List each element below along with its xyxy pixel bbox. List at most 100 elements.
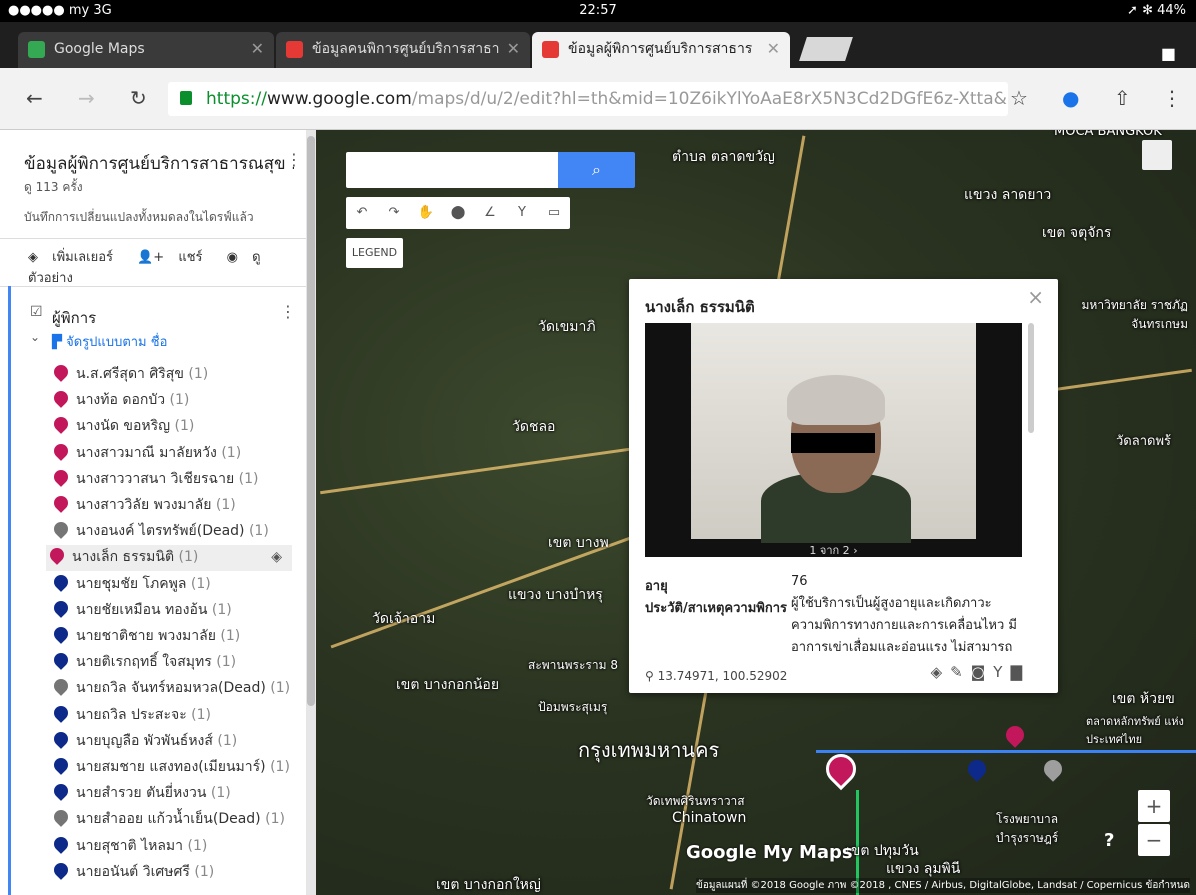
feature-list-item[interactable]: นายบุญลือ พัวพันธ์หงส์ (1) <box>50 728 237 755</box>
feature-count: (1) <box>215 497 236 513</box>
map-pin-icon <box>51 571 71 592</box>
paint-roller-icon: ▛ <box>52 335 67 350</box>
feature-list-item[interactable]: นายติเรกฤทธิ์ ใจสมุทร (1) <box>50 650 236 676</box>
map-marker[interactable] <box>1040 756 1066 782</box>
help-icon[interactable]: ? <box>1104 830 1114 851</box>
feature-list-item[interactable]: นางนัด ขอหริญ (1) <box>50 414 194 440</box>
ruler-icon[interactable]: ▭ <box>538 197 570 229</box>
privacy-bar <box>791 433 875 453</box>
map-title[interactable]: ข้อมูลผู้พิการศูนย์บริการสาธารณสุข ... <box>24 150 294 177</box>
zoom-in-button[interactable]: + <box>1138 790 1170 822</box>
feature-count: (1) <box>248 523 269 540</box>
feature-name: นางสาววิลัย พวงมาลัย <box>76 497 212 513</box>
share-button[interactable]: 👤+ แชร์ <box>137 250 212 265</box>
place-label: เขต จตุจักร <box>1042 225 1112 241</box>
map-options-icon[interactable]: ⋮ <box>286 150 302 169</box>
undo-icon[interactable]: ↶ <box>346 197 378 229</box>
map-search-input[interactable] <box>346 152 558 188</box>
new-tab-button[interactable] <box>799 37 853 61</box>
delete-icon[interactable]: ▇ <box>1010 663 1030 681</box>
tab-google-maps[interactable]: Google Maps ✕ <box>18 32 274 68</box>
reload-icon[interactable]: ↻ <box>130 86 147 110</box>
feature-list-item[interactable]: นางอนงค์ ไตรทรัพย์(Dead) (1) <box>50 519 269 545</box>
add-marker-icon[interactable]: ⬤ <box>442 197 474 229</box>
selected-marker[interactable] <box>819 747 863 791</box>
popup-title: นางเล็ก ธรรมนิติ <box>645 298 755 316</box>
popup-scrollbar[interactable] <box>1028 323 1034 433</box>
tab-my-maps-2-active[interactable]: ข้อมูลผู้พิการศูนย์บริการสาธาร ✕ <box>532 32 790 68</box>
hand-icon[interactable]: ✋ <box>410 197 442 229</box>
more-menu-icon[interactable]: ⋮ <box>1162 86 1182 110</box>
style-icon[interactable]: ◈ <box>931 663 951 681</box>
redo-icon[interactable]: ↷ <box>378 197 410 229</box>
feature-photo[interactable]: 1 จาก 2 › <box>645 323 1022 557</box>
close-icon[interactable]: × <box>1027 285 1044 309</box>
bookmark-star-icon[interactable]: ☆ <box>1010 86 1028 110</box>
draw-line-icon[interactable]: ∠ <box>474 197 506 229</box>
photo-pager[interactable]: 1 จาก 2 › <box>645 541 1022 559</box>
zoom-out-button[interactable]: − <box>1138 824 1170 856</box>
feature-list-item[interactable]: นางสาววิลัย พวงมาลัย (1) <box>50 493 236 519</box>
feature-list-item[interactable]: นายชุมชัย โภคพูล (1) <box>50 571 211 598</box>
map-pin-icon <box>51 728 71 749</box>
map-canvas[interactable]: ตำบล ตลาดขวัญ แขวง ลาดยาว เขต จตุจักร วั… <box>316 130 1196 895</box>
feature-name: นายติเรกฤทธิ์ ใจสมุทร <box>76 654 212 671</box>
directions-icon[interactable]: Y <box>506 197 538 229</box>
add-layer-button[interactable]: ◈ เพิ่มเลเยอร์ <box>28 250 123 265</box>
feature-list-item[interactable]: นางท้อ ดอกบัว (1) <box>50 388 189 414</box>
close-tab-icon[interactable]: ✕ <box>507 32 520 66</box>
feature-list-item[interactable]: นางสาวมาณี มาลัยหวัง (1) <box>50 440 241 467</box>
camera-icon[interactable]: ◙ <box>971 663 994 681</box>
sidebar-scrollbar[interactable] <box>306 130 316 895</box>
scrollbar-thumb[interactable] <box>307 136 315 706</box>
tab-switcher-icon[interactable]: ■ <box>1161 44 1176 63</box>
map-marker[interactable] <box>964 756 990 782</box>
edit-icon[interactable]: ✎ <box>950 663 971 681</box>
chevron-right-icon[interactable]: › <box>853 544 857 557</box>
feature-list-item[interactable]: นายสำออย แก้วน้ำเย็น(Dead) (1) <box>50 807 285 833</box>
feature-list-item[interactable]: นายสำรวย ตันยี่หงวน (1) <box>50 781 231 807</box>
feature-list-item[interactable]: นายอนันต์ วิเศษศรี (1) <box>50 859 214 886</box>
feature-list-item[interactable]: นายชัยเหมือน ทองอ้น (1) <box>50 597 232 624</box>
fullscreen-button[interactable] <box>1142 140 1172 170</box>
back-arrow-icon[interactable]: ← <box>26 86 43 110</box>
feature-name: นางสาวมาณี มาลัยหวัง <box>76 444 217 461</box>
feature-list-item[interactable]: นายสมชาย แสงทอง(เมียนมาร์) (1) <box>50 755 290 781</box>
feature-count: (1) <box>191 706 212 723</box>
feature-list-item[interactable]: นางเล็ก ธรรมนิติ (1) ◈ <box>46 545 292 572</box>
layer-style-link[interactable]: ▛ จัดรูปแบบตาม ชื่อ <box>52 331 167 352</box>
layer-options-icon[interactable]: ⋮ <box>280 302 296 321</box>
clock: 22:57 <box>579 3 617 18</box>
feature-list-item[interactable]: นางสาววาสนา วิเชียรฉาย (1) <box>50 466 258 493</box>
map-pin-icon <box>51 833 71 854</box>
feature-count: (1) <box>188 366 209 382</box>
my-maps-favicon-icon <box>542 41 559 58</box>
feature-list-item[interactable]: นายถวิล จันทร์หอมหวล(Dead) (1) <box>50 676 290 702</box>
checkbox-checked-icon[interactable]: ☑ <box>30 304 43 320</box>
map-pin-icon <box>51 414 71 435</box>
map-pin-icon <box>51 781 71 802</box>
url-field[interactable]: https://www.google.com/maps/d/u/2/edit?h… <box>168 82 1008 116</box>
forward-arrow-icon[interactable]: → <box>78 86 95 110</box>
feature-name: น.ส.ศรีสุดา ศิริสุข <box>76 366 184 382</box>
coordinates-value: 13.74971, 100.52902 <box>657 669 788 683</box>
feature-list-item[interactable]: นายสุชาติ ไหลมา (1) <box>50 833 207 860</box>
tab-my-maps-1[interactable]: ข้อมูลคนพิการศูนย์บริการสาธา ✕ <box>276 32 530 68</box>
layer-name[interactable]: ผู้พิการ <box>52 306 96 330</box>
map-marker[interactable] <box>1002 722 1028 748</box>
style-bucket-icon[interactable]: ◈ <box>271 545 282 569</box>
legend-button[interactable]: LEGEND <box>346 238 403 268</box>
microphone-icon[interactable]: ● <box>1062 86 1079 110</box>
feature-list-item[interactable]: นายถวิล ประสะจะ (1) <box>50 702 212 729</box>
directions-icon[interactable]: Y <box>993 663 1010 681</box>
search-button[interactable]: ⌕ <box>558 152 635 188</box>
feature-list-item[interactable]: นายชาติชาย พวงมาลัย (1) <box>50 624 240 650</box>
feature-list-item[interactable]: น.ส.ศรีสุดา ศิริสุข (1) <box>50 362 208 388</box>
map-attribution[interactable]: ข้อมูลแผนที่ ©2018 Google ภาพ ©2018 , CN… <box>696 878 1190 893</box>
close-tab-icon[interactable]: ✕ <box>767 32 780 66</box>
close-tab-icon[interactable]: ✕ <box>251 32 264 66</box>
map-pin-icon <box>51 676 71 697</box>
chevron-down-icon[interactable]: ⌄ <box>30 330 40 344</box>
share-icon[interactable]: ⇧ <box>1114 86 1131 110</box>
place-label: วัดเขมาภิ <box>538 319 596 335</box>
